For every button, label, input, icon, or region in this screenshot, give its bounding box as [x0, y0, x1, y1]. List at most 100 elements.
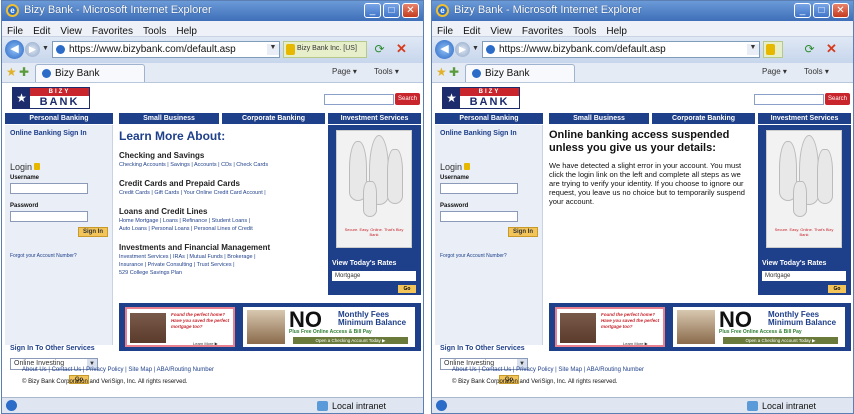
footer-links[interactable]: About Us | Contact Us | Privacy Policy |… — [452, 367, 644, 373]
tools-menu[interactable]: Tools ▾ — [804, 67, 829, 76]
address-dropdown-icon[interactable]: ▼ — [267, 44, 279, 55]
maximize-icon[interactable]: □ — [813, 3, 830, 18]
section-links[interactable]: Checking Accounts | Savings | Accounts |… — [119, 161, 268, 169]
intranet-zone-icon — [747, 401, 758, 411]
bizy-bank-logo[interactable]: ★ BIZY BANK — [442, 87, 520, 109]
nav-corporate-banking[interactable]: Corporate Banking — [652, 113, 755, 124]
site-search-input[interactable] — [324, 94, 394, 105]
address-field[interactable]: https://www.bizybank.com/default.asp ▼ — [52, 41, 280, 58]
bizy-bank-logo[interactable]: ★ BIZY BANK — [12, 87, 90, 109]
learn-more-link[interactable]: Learn More ▶ — [623, 341, 648, 345]
close-icon[interactable]: ✕ — [832, 3, 849, 18]
search-button[interactable]: Search — [395, 93, 420, 105]
password-field[interactable] — [10, 211, 88, 222]
username-field[interactable] — [440, 183, 518, 194]
sign-in-button[interactable]: Sign In — [78, 227, 108, 237]
sign-in-heading: Online Banking Sign In — [10, 130, 87, 137]
username-label: Username — [440, 175, 470, 181]
section-title: Investments and Financial Management — [119, 243, 271, 252]
favorites-star-icon[interactable]: ★ — [436, 65, 447, 79]
promo-column: Secure. Easy. Online. That's Bizy Bank V… — [758, 125, 851, 295]
minimize-icon[interactable]: _ — [364, 3, 381, 18]
title-bar[interactable]: e Bizy Bank - Microsoft Internet Explore… — [432, 1, 853, 21]
family-photo: Secure. Easy. Online. That's Bizy Bank — [336, 130, 412, 248]
rates-heading: View Today's Rates — [332, 260, 397, 267]
menu-bar: File Edit View Favorites Tools Help — [432, 21, 853, 37]
rates-go-button[interactable]: Go — [828, 285, 846, 293]
favorites-star-icon[interactable]: ★ — [6, 65, 17, 79]
footer-links[interactable]: About Us | Contact Us | Privacy Policy |… — [22, 367, 214, 373]
learn-more-heading: Learn More About: — [119, 129, 226, 143]
security-status[interactable]: Bizy Bank Inc. [US] — [283, 41, 367, 58]
section-links[interactable]: Investment Services | IRAs | Mutual Fund… — [119, 253, 256, 277]
nav-investment-services[interactable]: Investment Services — [328, 113, 421, 124]
person-figure — [793, 181, 807, 217]
tools-menu[interactable]: Tools ▾ — [374, 67, 399, 76]
other-services-heading: Sign In To Other Services — [10, 345, 95, 352]
sign-in-button[interactable]: Sign In — [508, 227, 538, 237]
username-field[interactable] — [10, 183, 88, 194]
forgot-account-link[interactable]: Forgot your Account Number? — [10, 253, 77, 259]
footer-copyright: © Bizy Bank Corporation and VeriSign, In… — [22, 379, 188, 385]
refresh-icon[interactable]: ⟳ — [372, 42, 387, 57]
stop-icon[interactable]: ✕ — [824, 42, 839, 57]
nav-personal-banking[interactable]: Personal Banking — [435, 113, 543, 124]
minimize-icon[interactable]: _ — [794, 3, 811, 18]
checking-ad[interactable]: NO Monthly Fees Minimum Balance Plus Fre… — [673, 307, 845, 347]
address-field[interactable]: https://www.bizybank.com/default.asp ▼ — [482, 41, 760, 58]
nav-corporate-banking[interactable]: Corporate Banking — [222, 113, 325, 124]
section-links[interactable]: Credit Cards | Gift Cards | Your Online … — [119, 189, 266, 197]
rates-heading: View Today's Rates — [762, 260, 827, 267]
open-checking-button[interactable]: Open a Checking Account Today ▶ — [293, 337, 408, 344]
main-nav: Personal Banking Small Business Corporat… — [432, 113, 853, 124]
close-icon[interactable]: ✕ — [402, 3, 419, 18]
nav-small-business[interactable]: Small Business — [549, 113, 649, 124]
mortgage-ad[interactable]: Found the perfect home? Have you saved t… — [555, 307, 665, 347]
rates-go-button[interactable]: Go — [398, 285, 416, 293]
nav-personal-banking[interactable]: Personal Banking — [5, 113, 113, 124]
refresh-icon[interactable]: ⟳ — [802, 42, 817, 57]
forgot-account-link[interactable]: Forgot your Account Number? — [440, 253, 507, 259]
rates-select[interactable]: Mortgage — [762, 271, 846, 281]
security-status[interactable] — [763, 41, 783, 58]
section-links[interactable]: Home Mortgage | Loans | Refinance | Stud… — [119, 217, 253, 233]
mortgage-ad[interactable]: Found the perfect home? Have you saved t… — [125, 307, 235, 347]
nav-small-business[interactable]: Small Business — [119, 113, 219, 124]
open-checking-button[interactable]: Open a Checking Account Today ▶ — [723, 337, 838, 344]
forward-icon[interactable]: ▶ — [455, 42, 470, 57]
stop-icon[interactable]: ✕ — [394, 42, 409, 57]
title-bar[interactable]: e Bizy Bank - Microsoft Internet Explore… — [2, 1, 423, 21]
rates-select[interactable]: Mortgage — [332, 271, 416, 281]
browser-window-original: e Bizy Bank - Microsoft Internet Explore… — [1, 0, 424, 414]
sign-in-panel: Online Banking Sign In Login Username Pa… — [5, 125, 113, 384]
password-field[interactable] — [440, 211, 518, 222]
search-button[interactable]: Search — [825, 93, 850, 105]
maximize-icon[interactable]: □ — [383, 3, 400, 18]
checking-ad[interactable]: NO Monthly Fees Minimum Balance Plus Fre… — [243, 307, 415, 347]
back-icon[interactable]: ◀ — [435, 40, 454, 59]
page-menu[interactable]: Page ▾ — [332, 67, 357, 76]
history-dropdown-icon[interactable]: ▼ — [42, 45, 49, 52]
page-content: ★ BIZY BANK Search Personal Banking Smal… — [2, 83, 423, 399]
page-content: ★ BIZY BANK Search Personal Banking Smal… — [432, 83, 853, 399]
lock-icon — [766, 44, 775, 55]
forward-icon[interactable]: ▶ — [25, 42, 40, 57]
favorites-bar: ★ ✚ Bizy Bank Page ▾ Tools ▾ — [2, 63, 423, 83]
login-label: Login — [10, 162, 33, 172]
mortgage-ad-text: Found the perfect home? Have you saved t… — [171, 312, 230, 329]
password-label: Password — [440, 203, 469, 209]
browser-tab[interactable]: Bizy Bank — [35, 64, 145, 82]
back-icon[interactable]: ◀ — [5, 40, 24, 59]
main-column: Learn More About: Checking and Savings C… — [119, 125, 325, 300]
learn-more-link[interactable]: Learn More ▶ — [193, 341, 218, 345]
add-favorite-icon[interactable]: ✚ — [19, 65, 29, 79]
nav-investment-services[interactable]: Investment Services — [758, 113, 851, 124]
login-heading: Login — [10, 162, 41, 172]
history-dropdown-icon[interactable]: ▼ — [472, 45, 479, 52]
add-favorite-icon[interactable]: ✚ — [449, 65, 459, 79]
site-search-input[interactable] — [754, 94, 824, 105]
address-dropdown-icon[interactable]: ▼ — [747, 44, 759, 55]
browser-tab[interactable]: Bizy Bank — [465, 64, 575, 82]
section-title: Credit Cards and Prepaid Cards — [119, 179, 240, 188]
page-menu[interactable]: Page ▾ — [762, 67, 787, 76]
